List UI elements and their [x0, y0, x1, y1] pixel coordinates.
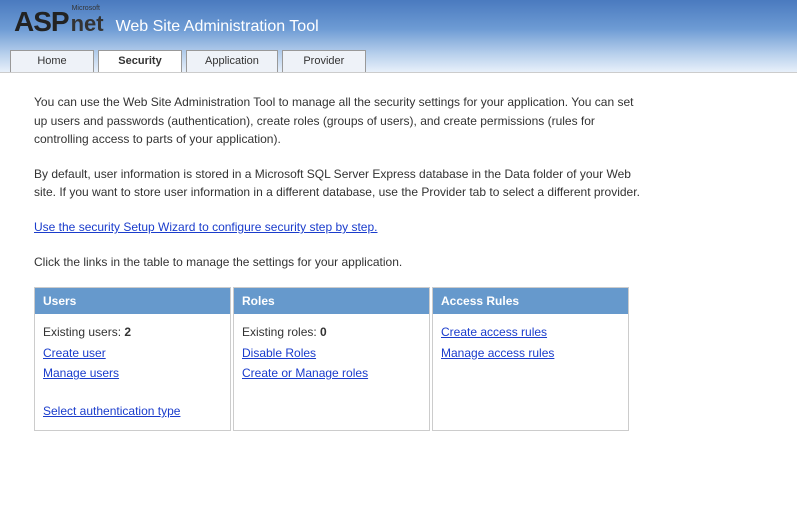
existing-users-row: Existing users: 2: [43, 322, 222, 342]
existing-roles-label: Existing roles:: [242, 325, 320, 339]
existing-roles-count: 0: [320, 325, 327, 339]
tab-security[interactable]: Security: [98, 50, 182, 72]
header: ASP Microsoft net Web Site Administratio…: [0, 0, 797, 72]
access-column: Access Rules Create access rules Manage …: [432, 287, 629, 431]
create-user-link[interactable]: Create user: [43, 343, 222, 363]
wizard-link[interactable]: Use the security Setup Wizard to configu…: [34, 220, 378, 234]
users-header: Users: [35, 288, 230, 314]
logo-block: ASP Microsoft net Web Site Administratio…: [14, 6, 319, 38]
asp-net-logo: ASP Microsoft net: [14, 6, 104, 38]
users-column: Users Existing users: 2 Create user Mana…: [34, 287, 231, 431]
select-auth-link[interactable]: Select authentication type: [43, 401, 222, 421]
tab-application[interactable]: Application: [186, 50, 278, 72]
access-header: Access Rules: [433, 288, 628, 314]
users-body: Existing users: 2 Create user Manage use…: [35, 314, 230, 430]
disable-roles-link[interactable]: Disable Roles: [242, 343, 421, 363]
tab-provider[interactable]: Provider: [282, 50, 366, 72]
existing-users-label: Existing users:: [43, 325, 124, 339]
create-access-link[interactable]: Create access rules: [441, 322, 620, 342]
manage-access-link[interactable]: Manage access rules: [441, 343, 620, 363]
tab-bar: Home Security Application Provider: [10, 50, 366, 72]
manage-users-link[interactable]: Manage users: [43, 363, 222, 383]
settings-table: Users Existing users: 2 Create user Mana…: [34, 287, 629, 431]
logo-net: Microsoft net: [71, 11, 104, 37]
logo-microsoft: Microsoft: [72, 5, 100, 12]
roles-column: Roles Existing roles: 0 Disable Roles Cr…: [233, 287, 430, 431]
table-intro: Click the links in the table to manage t…: [34, 253, 644, 272]
logo-net-text: net: [71, 11, 104, 36]
manage-roles-link[interactable]: Create or Manage roles: [242, 363, 421, 383]
spacer: [43, 383, 222, 401]
content-area: You can use the Web Site Administration …: [0, 72, 797, 451]
existing-users-count: 2: [124, 325, 131, 339]
tab-home[interactable]: Home: [10, 50, 94, 72]
access-body: Create access rules Manage access rules: [433, 314, 628, 410]
roles-header: Roles: [234, 288, 429, 314]
intro-paragraph-2: By default, user information is stored i…: [34, 165, 644, 202]
logo-asp: ASP: [14, 6, 69, 38]
page-title: Web Site Administration Tool: [116, 18, 319, 36]
existing-roles-row: Existing roles: 0: [242, 322, 421, 342]
roles-body: Existing roles: 0 Disable Roles Create o…: [234, 314, 429, 410]
intro-paragraph-1: You can use the Web Site Administration …: [34, 93, 644, 149]
